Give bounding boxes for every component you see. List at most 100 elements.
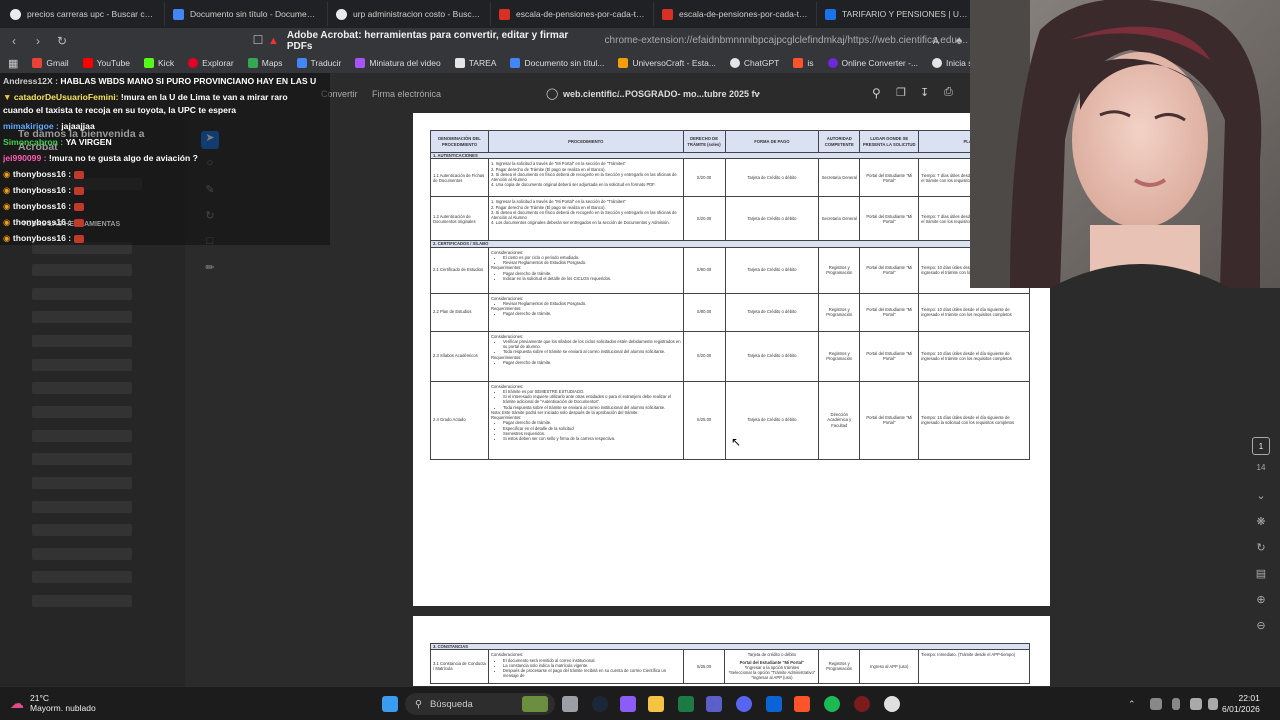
widgets-icon[interactable] (522, 696, 548, 712)
zoom-in-icon[interactable]: ⊕ (1252, 593, 1270, 611)
zoom-out-icon[interactable]: ⊖ (1252, 619, 1270, 637)
table-row: 3.1 Constancia de Conducta / Matrícula C… (430, 649, 1030, 684)
steam-icon[interactable] (592, 696, 608, 712)
forward-icon[interactable]: › (28, 31, 48, 51)
bookmark-maps[interactable]: Maps (247, 58, 283, 68)
emote-icon (73, 186, 84, 195)
bookmark-documento[interactable]: Documento sin títul... (510, 58, 604, 68)
print-icon[interactable]: ⎙ (944, 86, 953, 99)
back-icon[interactable]: ‹ (4, 31, 24, 51)
bullet-list: El documento será remitido al correo ins… (491, 658, 681, 679)
document-name[interactable]: POSGRADO- mo...tubre 2025 fv (625, 89, 760, 99)
bookmark-kick[interactable]: Kick (144, 58, 174, 68)
bookmark-explorar[interactable]: Explorar (188, 58, 234, 68)
windows-start-icon[interactable] (382, 696, 398, 712)
webcam-image (970, 0, 1280, 288)
document-icon[interactable]: ▤ (1252, 567, 1270, 585)
bookmark-universocraft[interactable]: UniversoCraft - Esta... (618, 58, 716, 68)
chat-username: mimakirigoe : (3, 121, 59, 131)
chevron-down-icon[interactable]: ⌄ (755, 88, 762, 97)
search-icon[interactable]: ⚲ (872, 86, 881, 100)
pages-icon[interactable]: ❐ (896, 86, 906, 99)
discord-icon[interactable] (736, 696, 752, 712)
step-text: 4. Una copia de documento original deber… (490, 182, 656, 188)
spotify-icon[interactable] (824, 696, 840, 712)
app-icon[interactable] (620, 696, 636, 712)
bookmark-traducir[interactable]: Traducir (296, 58, 341, 68)
browser-tab[interactable]: Documento sin título - Documentos (165, 2, 328, 26)
list-item: Si estos deben ser con sello y firma de … (503, 436, 681, 441)
excel-icon[interactable] (678, 696, 694, 712)
bookmark-online-converter[interactable]: Online Converter -... (827, 58, 918, 68)
rotate-icon[interactable]: ↻ (1252, 541, 1270, 559)
folder-icon[interactable] (648, 696, 664, 712)
tray-icon[interactable] (1150, 698, 1162, 710)
payment-text: Tarjeta de crédito o débito (747, 652, 796, 658)
shield-icon[interactable]: ♠ (949, 30, 969, 50)
teams-icon[interactable] (706, 696, 722, 712)
system-clock[interactable]: 22:01 6/01/2026 (1222, 693, 1260, 715)
table-row: 2.3 Sílabos Académicos Consideraciones: … (430, 330, 1030, 382)
page-title: Adobe Acrobat: herramientas para convert… (286, 29, 569, 52)
page-number-input[interactable]: 1 (1252, 437, 1270, 455)
brave-icon[interactable] (794, 696, 810, 712)
file-manager-icon[interactable] (562, 696, 578, 712)
volume-icon[interactable] (1208, 698, 1218, 710)
bookmark-is[interactable]: is (793, 58, 814, 68)
bullet-list: Pagar derecho de trámite. (491, 311, 681, 316)
authority: Registros y Programación (818, 246, 861, 294)
list-item: Toda respuesta sobre el trámite se envia… (503, 405, 681, 410)
omnibox[interactable]: ▲ Adobe Acrobat: herramientas para conve… (268, 29, 968, 52)
deadline: Tiempo: Inmediato. (Trámite desde el APP… (918, 649, 1030, 684)
browser-tab[interactable]: escala-de-pensiones-por-cada-tipo- (654, 2, 817, 26)
table-row: 1.2 Autenticación de Documentos original… (430, 196, 1030, 242)
chat-message: ◉ thonyboss16 : (3, 185, 84, 196)
translate-icon[interactable]: Ａ (926, 30, 946, 50)
badge-icon: ◉ (3, 217, 11, 227)
browser-tab[interactable]: TARIFARIO Y PENSIONES | Universid (817, 2, 980, 26)
sign-button[interactable]: Firma electrónica (372, 89, 441, 99)
chat-text: cuando el taxista te recoja en su toyota… (3, 105, 237, 115)
bookmark-youtube[interactable]: YouTube (82, 58, 130, 68)
fee: S/20.00 (682, 330, 726, 382)
bookmark-gmail[interactable]: Gmail (32, 58, 69, 68)
bookmark-icon[interactable]: ☐ (248, 30, 268, 50)
video-icon (355, 58, 366, 68)
bookmark-tarea[interactable]: TAREA (454, 58, 496, 68)
authority: Registros y Programación (818, 292, 861, 332)
kick-icon (144, 58, 155, 68)
windows-taskbar: ☁ 21°C Mayorm. nublado ⚲ Búsqueda ⌃ 22:0… (0, 686, 1280, 720)
bookmark-chatgpt[interactable]: ChatGPT (729, 58, 779, 68)
table-row: 2.4 Grado Actado Consideraciones: El trá… (430, 380, 1030, 460)
browser-tab[interactable]: escala-de-pensiones-por-cada-tipo- (491, 2, 654, 26)
sign-icon[interactable]: ✏ (201, 261, 219, 279)
chat-username: Andress12X : (3, 76, 58, 86)
skeleton-line (32, 453, 132, 465)
bookmark-miniatura[interactable]: Miniatura del video (355, 58, 441, 68)
weather-widget[interactable]: ☁ 21°C Mayorm. nublado (10, 693, 96, 713)
step-text: 3. Si desea el documento en físico deber… (490, 209, 677, 220)
list-item: Pagar derecho de trámite. (503, 311, 681, 316)
apps-icon[interactable]: ▦ (8, 57, 18, 70)
tray-chevron-icon[interactable]: ⌃ (1128, 699, 1138, 709)
browser-tab[interactable]: urp administracion costo - Buscar co (328, 2, 491, 26)
ai-assistant-icon[interactable]: ❋ (1252, 515, 1270, 533)
procedure-name: 2.3 Sílabos Académicos (430, 330, 489, 382)
list-item: Si el interesado requiere utilizarlo ant… (503, 394, 681, 405)
app-icon[interactable] (854, 696, 870, 712)
step-text: 3. Si desea el documento en físico deber… (490, 171, 677, 182)
emote-icon (73, 170, 84, 179)
column-header: DERECHO DE TRÁMITE (soles) (682, 130, 726, 153)
download-icon[interactable]: ↧ (920, 86, 929, 99)
payment-method: Tarjeta de Crédito o débito (724, 246, 820, 294)
network-icon[interactable] (1190, 698, 1202, 710)
chrome-icon[interactable] (884, 696, 900, 712)
mic-icon[interactable] (1172, 698, 1180, 710)
outlook-icon[interactable] (766, 696, 782, 712)
reload-icon[interactable]: ↻ (52, 31, 72, 51)
chevron-down-icon[interactable]: ⌄ (1252, 489, 1270, 507)
browser-tab[interactable]: precios carreras upc - Buscar con Go (2, 2, 165, 26)
chat-text: jajaajjaa (61, 121, 95, 131)
portal-line: *Ingresar al APP (uso) (751, 675, 793, 681)
column-header: LUGAR DONDE SE PRESENTA LA SOLICITUD (859, 130, 920, 153)
